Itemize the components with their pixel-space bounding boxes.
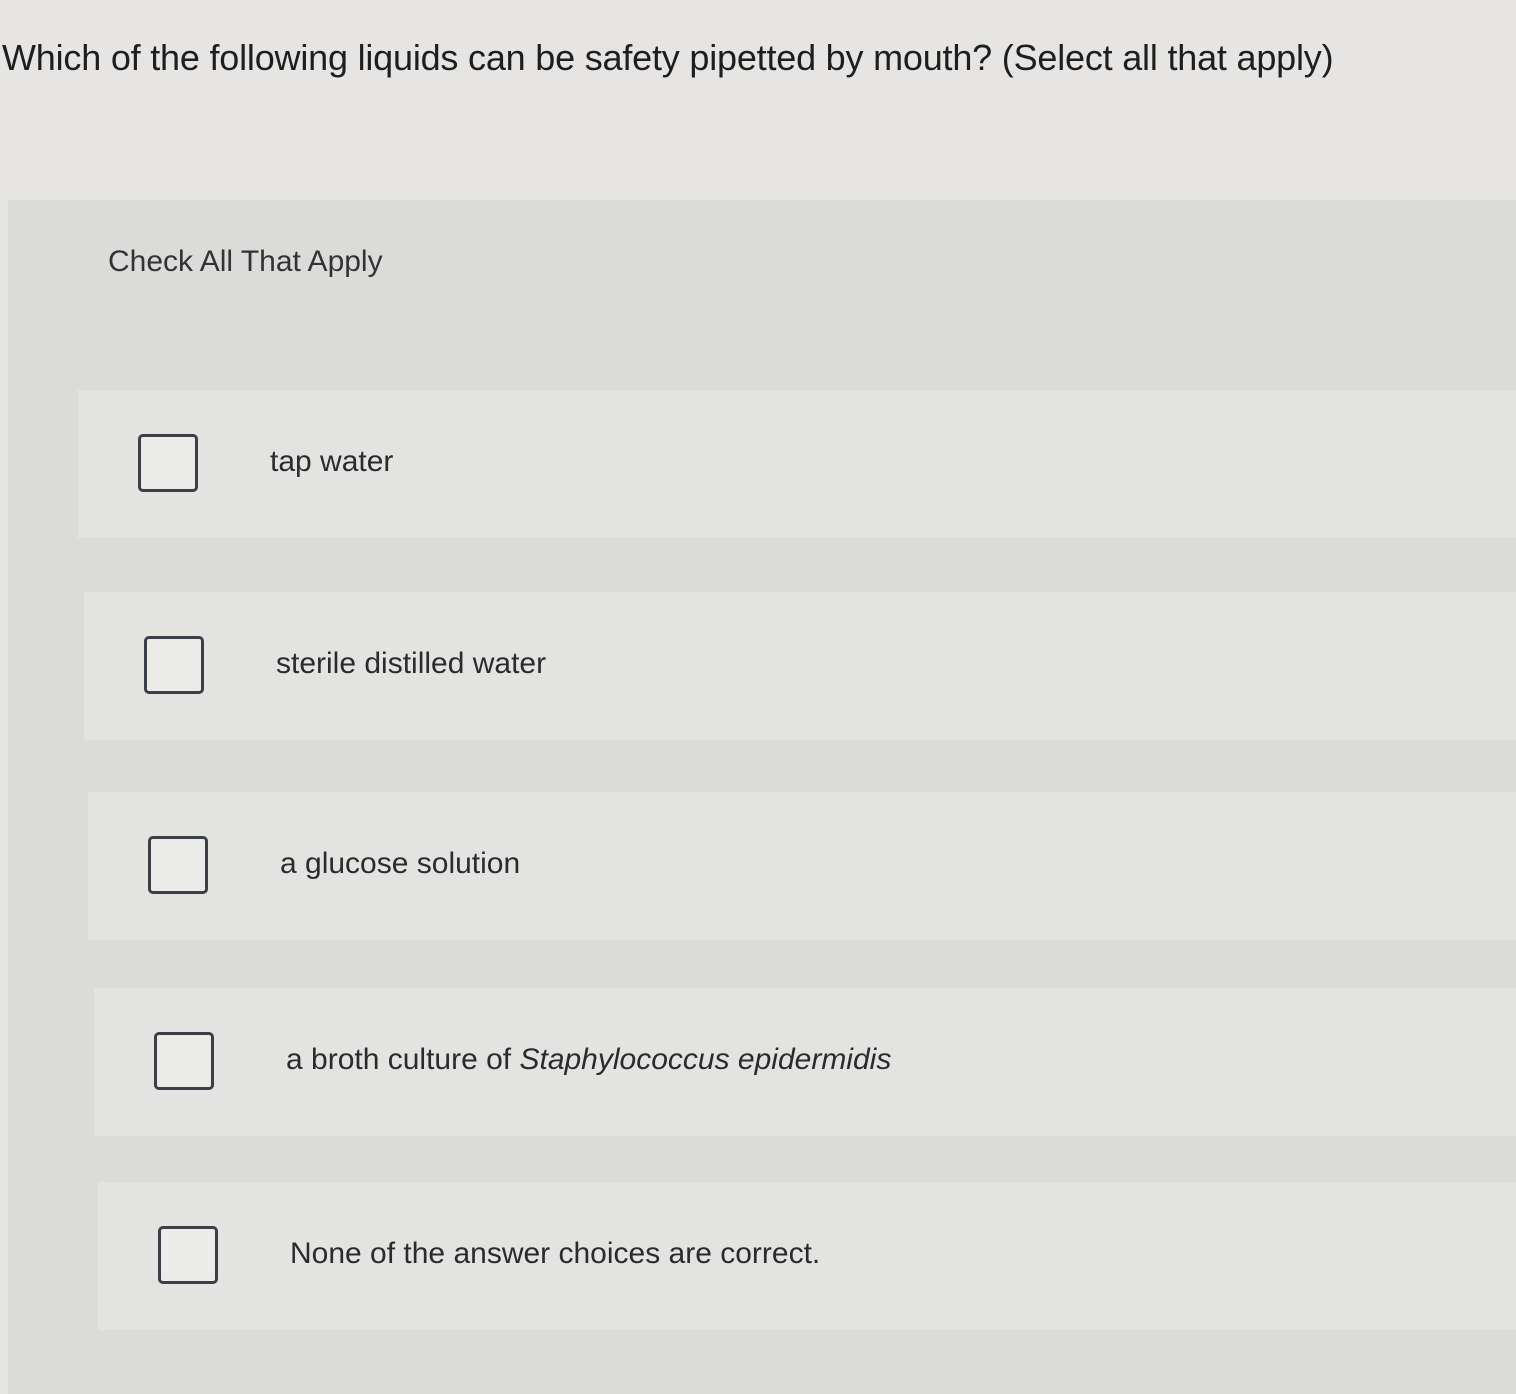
check-all-header: Check All That Apply: [108, 245, 383, 278]
answer-panel: Check All That Apply tap water sterile d…: [8, 200, 1516, 1394]
option-label: sterile distilled water: [276, 647, 547, 680]
option-tap-water[interactable]: tap water: [78, 390, 1516, 538]
checkbox[interactable]: [154, 1032, 214, 1090]
checkbox[interactable]: [138, 434, 198, 492]
option-broth-culture[interactable]: a broth culture of Staphylococcus epider…: [94, 988, 1516, 1136]
checkbox[interactable]: [148, 836, 208, 894]
option-none-correct[interactable]: None of the answer choices are correct.: [98, 1182, 1516, 1330]
option-glucose-solution[interactable]: a glucose solution: [88, 792, 1516, 940]
option-label: None of the answer choices are correct.: [290, 1237, 821, 1270]
option-label: tap water: [270, 445, 394, 478]
question-text: Which of the following liquids can be sa…: [2, 37, 1334, 78]
option-label: a broth culture of Staphylococcus epider…: [286, 1043, 892, 1076]
checkbox[interactable]: [158, 1226, 218, 1284]
option-label: a glucose solution: [280, 847, 521, 880]
option-sterile-distilled-water[interactable]: sterile distilled water: [84, 592, 1516, 740]
checkbox[interactable]: [144, 636, 204, 694]
organism-name: Staphylococcus epidermidis: [519, 1043, 892, 1076]
